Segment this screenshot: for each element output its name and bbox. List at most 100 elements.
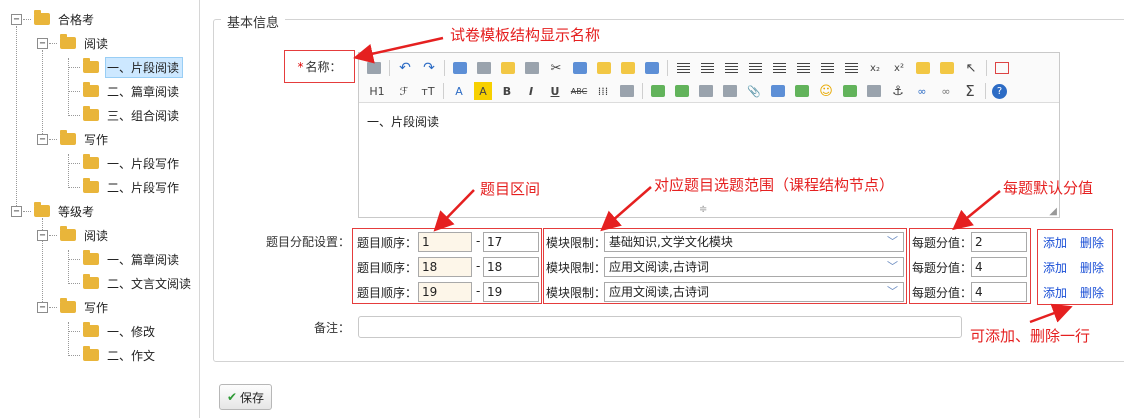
heading-icon[interactable]: H1	[365, 82, 389, 100]
multi-image-icon[interactable]	[673, 82, 691, 100]
bold-icon[interactable]: B	[498, 82, 516, 100]
editor-corner-grip[interactable]: ◢	[1049, 206, 1057, 217]
tree-node-writing-2[interactable]: − 写作	[37, 296, 112, 318]
editor-resize-handle[interactable]: ≑	[699, 204, 707, 215]
table-grid-icon[interactable]: ⁞⁞⁞	[594, 82, 612, 100]
tree-node-chapter-reading-2[interactable]: 一、篇章阅读	[68, 248, 183, 270]
map-icon[interactable]	[841, 82, 859, 100]
module-select[interactable]: 应用文阅读,古诗词 ﹀	[604, 257, 904, 277]
template-icon[interactable]	[499, 59, 517, 77]
add-row-link[interactable]: 添加	[1043, 259, 1067, 276]
fullscreen-icon[interactable]	[993, 59, 1011, 77]
module-select[interactable]: 基础知识,文学文化模块 ﹀	[604, 232, 904, 252]
align-left-icon[interactable]	[674, 59, 692, 77]
tree-node-dengjikao[interactable]: − 等级考	[11, 200, 98, 222]
range-dash: -	[476, 259, 481, 273]
tree-node-label: 合格考	[58, 12, 95, 27]
anchor-icon[interactable]: ⚓	[889, 82, 907, 100]
justify-icon[interactable]	[746, 59, 764, 77]
italic-icon[interactable]: I	[522, 82, 540, 100]
order-to-input[interactable]: 18	[483, 257, 539, 277]
tree-node-fragment-reading[interactable]: 一、片段阅读	[68, 56, 184, 78]
eraser-icon[interactable]	[618, 82, 636, 100]
emoticon-icon[interactable]: ☺	[817, 82, 835, 100]
link-icon[interactable]: ∞	[913, 82, 931, 100]
save-button[interactable]: ✔ 保存	[219, 384, 272, 410]
flash-icon[interactable]	[697, 82, 715, 100]
order-from-input[interactable]: 18	[418, 257, 472, 277]
unordered-list-icon[interactable]	[794, 59, 812, 77]
superscript-icon[interactable]: x²	[890, 59, 908, 77]
collapse-toggle-icon[interactable]: −	[37, 133, 48, 145]
tree-node-reading[interactable]: − 阅读	[37, 32, 112, 54]
tree-node-writing[interactable]: − 写作	[37, 128, 112, 150]
highlight-icon[interactable]: A	[474, 82, 492, 100]
print-icon[interactable]	[475, 59, 493, 77]
paste-word-icon[interactable]	[643, 59, 661, 77]
delete-row-link[interactable]: 删除	[1080, 259, 1104, 276]
tree-node-combined-reading[interactable]: 三、组合阅读	[68, 104, 183, 126]
tree-node-revise[interactable]: 一、修改	[68, 320, 159, 342]
attachment-icon[interactable]: 📎	[745, 82, 763, 100]
outdent-icon[interactable]	[842, 59, 860, 77]
delete-row-link[interactable]: 删除	[1080, 234, 1104, 251]
unlink-icon[interactable]: ∞	[937, 82, 955, 100]
order-to-input[interactable]: 17	[483, 232, 539, 252]
collapse-toggle-icon[interactable]: −	[37, 37, 48, 49]
font-color-icon[interactable]: A	[450, 82, 468, 100]
score-input[interactable]: 4	[971, 282, 1027, 302]
tree-node-fragment-writing-1[interactable]: 一、片段写作	[68, 152, 183, 174]
delete-row-link[interactable]: 删除	[1080, 284, 1104, 301]
add-row-link[interactable]: 添加	[1043, 234, 1067, 251]
ordered-list-icon[interactable]	[770, 59, 788, 77]
module-select[interactable]: 应用文阅读,古诗词 ﹀	[604, 282, 904, 302]
tree-node-hegekao[interactable]: − 合格考	[11, 8, 98, 30]
undo-icon[interactable]: ↶	[396, 59, 414, 77]
order-to-input[interactable]: 19	[483, 282, 539, 302]
tree-node-fragment-writing-2[interactable]: 二、片段写作	[68, 176, 183, 198]
score-input[interactable]: 4	[971, 257, 1027, 277]
underline-icon[interactable]: U	[546, 82, 564, 100]
copy-icon[interactable]	[571, 59, 589, 77]
strikethrough-icon[interactable]: ABC	[570, 82, 588, 100]
align-center-icon[interactable]	[698, 59, 716, 77]
collapse-toggle-icon[interactable]: −	[11, 205, 22, 217]
indent-icon[interactable]	[818, 59, 836, 77]
font-size-icon[interactable]: ᴛT	[419, 82, 437, 100]
formula-icon[interactable]: Σ	[961, 82, 979, 100]
paste-icon[interactable]	[595, 59, 613, 77]
code-icon[interactable]	[523, 59, 541, 77]
tree-node-chapter-reading[interactable]: 二、篇章阅读	[68, 80, 183, 102]
collapse-toggle-icon[interactable]: −	[37, 301, 48, 313]
score-input[interactable]: 2	[971, 232, 1027, 252]
cut-icon[interactable]: ✂	[547, 59, 565, 77]
select-all-icon[interactable]	[938, 59, 956, 77]
clear-format-icon[interactable]	[914, 59, 932, 77]
tree-node-reading-2[interactable]: − 阅读	[37, 224, 112, 246]
editor-content[interactable]: 一、片段阅读	[359, 103, 1059, 140]
font-family-icon[interactable]: ℱ	[395, 82, 413, 100]
image-icon[interactable]	[649, 82, 667, 100]
tree-node-composition[interactable]: 二、作文	[68, 344, 159, 366]
chevron-down-icon: ﹀	[887, 260, 898, 273]
pointer-icon[interactable]: ↖	[962, 59, 980, 77]
align-right-icon[interactable]	[722, 59, 740, 77]
add-row-link[interactable]: 添加	[1043, 284, 1067, 301]
note-input[interactable]	[358, 316, 962, 338]
insert-row-icon[interactable]	[793, 82, 811, 100]
help-icon[interactable]: ?	[992, 83, 1007, 99]
redo-icon[interactable]: ↷	[420, 59, 438, 77]
tree-node-classical-reading[interactable]: 二、文言文阅读	[68, 272, 195, 294]
collapse-toggle-icon[interactable]: −	[37, 229, 48, 241]
page-break-icon[interactable]	[865, 82, 883, 100]
paste-text-icon[interactable]	[619, 59, 637, 77]
collapse-toggle-icon[interactable]: −	[11, 13, 22, 25]
tree-node-label: 写作	[84, 132, 109, 147]
order-from-input[interactable]: 1	[418, 232, 472, 252]
order-from-input[interactable]: 19	[418, 282, 472, 302]
subscript-icon[interactable]: x₂	[866, 59, 884, 77]
table-icon[interactable]	[769, 82, 787, 100]
media-icon[interactable]	[721, 82, 739, 100]
preview-icon[interactable]	[451, 59, 469, 77]
source-icon[interactable]	[365, 59, 383, 77]
